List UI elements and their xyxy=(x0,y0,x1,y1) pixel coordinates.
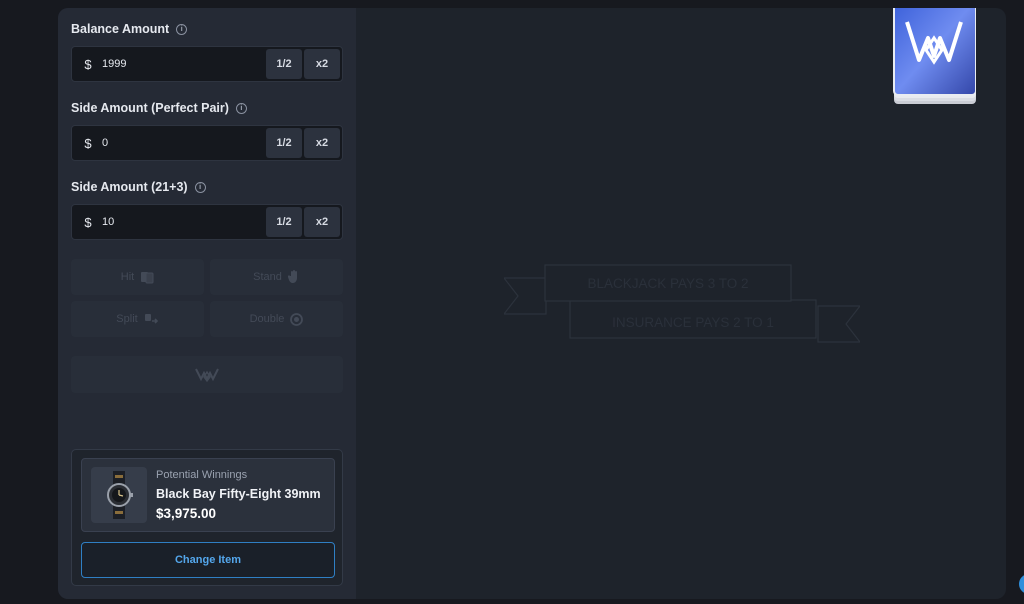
twenty-one-plus-three-double-button[interactable]: x2 xyxy=(304,207,340,237)
currency-symbol: $ xyxy=(84,214,92,230)
twenty-one-plus-three-label: Side Amount (21+3) i xyxy=(71,180,206,194)
prize-thumbnail xyxy=(91,467,147,523)
hand-icon xyxy=(287,270,297,283)
banner-top-text: BLACKJACK PAYS 3 TO 2 xyxy=(587,276,748,291)
split-arrows-icon xyxy=(144,314,158,324)
balance-half-button[interactable]: 1/2 xyxy=(266,49,302,79)
change-item-button[interactable]: Change Item xyxy=(81,542,335,578)
stand-button[interactable]: Stand xyxy=(210,259,343,295)
balance-double-button[interactable]: x2 xyxy=(304,49,340,79)
prize-name: Black Bay Fifty-Eight 39mm xyxy=(156,487,321,501)
card-deck-icon xyxy=(893,8,976,104)
balance-field: $ 1/2 x2 xyxy=(71,46,343,82)
game-frame: Balance Amount i $ 1/2 x2 Side Amount (P… xyxy=(58,8,1006,599)
twenty-one-plus-three-input[interactable] xyxy=(100,205,266,239)
double-button[interactable]: Double xyxy=(210,301,343,337)
chat-badge[interactable] xyxy=(1019,574,1024,594)
winnings-box: Potential Winnings Black Bay Fifty-Eight… xyxy=(71,449,343,586)
currency-symbol: $ xyxy=(84,135,92,151)
perfect-pair-input[interactable] xyxy=(100,126,266,160)
currency-symbol: $ xyxy=(84,56,92,72)
perfect-pair-label: Side Amount (Perfect Pair) i xyxy=(71,101,247,115)
twenty-one-plus-three-half-button[interactable]: 1/2 xyxy=(266,207,302,237)
info-icon[interactable]: i xyxy=(235,102,247,114)
split-button[interactable]: Split xyxy=(71,301,204,337)
prize-card: Potential Winnings Black Bay Fifty-Eight… xyxy=(81,458,335,532)
potential-winnings-label: Potential Winnings xyxy=(156,469,248,481)
banner-bottom-text: INSURANCE PAYS 2 TO 1 xyxy=(612,315,774,330)
bet-sidebar: Balance Amount i $ 1/2 x2 Side Amount (P… xyxy=(58,8,356,599)
balance-label: Balance Amount i xyxy=(71,22,188,36)
perfect-pair-field: $ 1/2 x2 xyxy=(71,125,343,161)
hit-button[interactable]: Hit xyxy=(71,259,204,295)
chip-icon xyxy=(290,312,304,326)
info-icon[interactable]: i xyxy=(176,23,188,35)
balance-input[interactable] xyxy=(100,47,266,81)
logo-icon xyxy=(195,368,219,382)
watch-icon xyxy=(107,471,133,519)
perfect-pair-half-button[interactable]: 1/2 xyxy=(266,128,302,158)
table-banner: BLACKJACK PAYS 3 TO 2 INSURANCE PAYS 2 T… xyxy=(504,264,860,343)
twenty-one-plus-three-field: $ 1/2 x2 xyxy=(71,204,343,240)
perfect-pair-double-button[interactable]: x2 xyxy=(304,128,340,158)
deal-button[interactable] xyxy=(71,356,343,393)
card-icon xyxy=(141,271,154,283)
prize-value: $3,975.00 xyxy=(156,506,217,521)
info-icon[interactable]: i xyxy=(194,181,206,193)
